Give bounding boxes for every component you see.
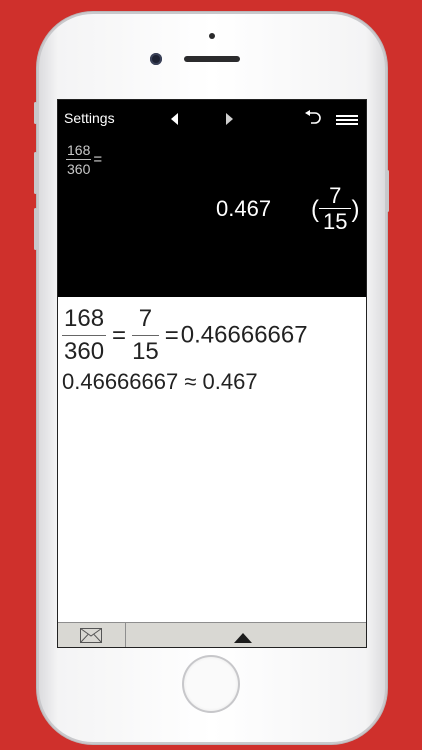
power-button [386,170,389,212]
front-sensor [209,33,215,39]
volume-up-button [34,152,37,194]
email-button[interactable] [58,623,126,647]
work-denominator-simplified: 15 [132,338,159,365]
bottom-toolbar [58,622,366,647]
calculator-display: Settings 168 360 = 0.467 (7 15) [58,100,366,297]
result-fraction: 7 15 [319,184,352,235]
work-fraction-original: 168 360 [62,305,107,366]
settings-button[interactable]: Settings [64,110,115,126]
work-fraction-simplified: 7 15 [132,305,159,366]
work-numerator-simplified: 7 [132,305,159,336]
app-screen: Settings 168 360 = 0.467 (7 15) 168 36… [57,99,367,648]
menu-icon[interactable] [336,112,358,130]
work-equals-1: = [112,321,127,349]
result-denominator: 15 [323,209,348,234]
work-denominator-original: 360 [64,338,105,365]
volume-down-button [34,208,37,250]
result-numerator: 7 [319,184,352,209]
home-button[interactable] [184,657,238,711]
undo-icon[interactable] [304,110,322,131]
expression-equals: = [93,151,103,168]
open-paren: ( [311,195,319,223]
decimal-result: 0.467 [216,196,272,221]
front-camera [150,53,162,65]
expression-fraction: 168 360 [66,142,92,177]
mute-switch [34,102,37,124]
expression-numerator: 168 [66,142,92,160]
input-expression: 168 360 = [66,142,102,177]
fraction-result: ( 7 15 ) [311,184,359,235]
envelope-icon [80,628,102,647]
earpiece-speaker [184,56,240,62]
top-toolbar: Settings [58,100,366,136]
work-numerator-original: 168 [62,305,107,336]
triangle-up-icon[interactable] [234,630,252,647]
work-decimal: 0.46666667 [180,321,308,349]
nav-right-arrow-icon[interactable] [224,112,234,130]
close-paren: ) [351,195,360,223]
work-line-rounding: 0.46666667 ≈ 0.467 [62,369,258,394]
nav-left-arrow-icon[interactable] [170,112,180,130]
work-line-fraction-simplification: 168 360 = 7 15 =0.46666667 [62,305,308,366]
work-area: 168 360 = 7 15 =0.46666667 0.46666667 ≈ … [58,297,366,622]
expression-denominator: 360 [67,161,91,177]
work-equals-2: = [164,321,179,349]
